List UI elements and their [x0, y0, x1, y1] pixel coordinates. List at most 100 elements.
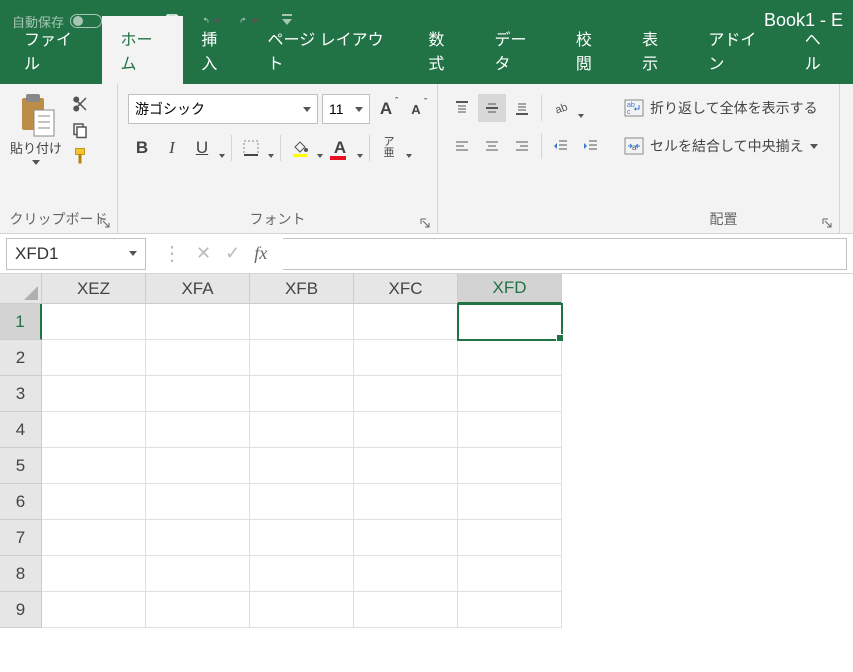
cell[interactable]	[458, 556, 562, 592]
font-color-button[interactable]: A	[326, 134, 364, 162]
decrease-indent-button[interactable]	[547, 132, 575, 160]
cell[interactable]	[146, 304, 250, 340]
cell[interactable]	[354, 376, 458, 412]
cell[interactable]	[42, 592, 146, 628]
cell[interactable]	[42, 376, 146, 412]
cell[interactable]	[354, 340, 458, 376]
cell[interactable]	[146, 340, 250, 376]
row-header[interactable]: 7	[0, 520, 42, 556]
tab-data[interactable]: データ	[477, 16, 558, 84]
borders-button[interactable]	[237, 134, 275, 162]
row-header[interactable]: 6	[0, 484, 42, 520]
wrap-text-button[interactable]: abc 折り返して全体を表示する	[618, 94, 824, 122]
column-header[interactable]: XFB	[250, 274, 354, 304]
align-right-button[interactable]	[508, 132, 536, 160]
tab-page-layout[interactable]: ページ レイアウト	[250, 16, 411, 84]
align-center-button[interactable]	[478, 132, 506, 160]
tab-insert[interactable]: 挿入	[183, 16, 249, 84]
format-painter-button[interactable]	[70, 146, 90, 166]
font-size-combo[interactable]: 11	[322, 94, 370, 124]
merge-center-button[interactable]: a セルを結合して中央揃え	[618, 132, 824, 160]
column-header[interactable]: XFC	[354, 274, 458, 304]
column-header[interactable]: XEZ	[42, 274, 146, 304]
cell[interactable]	[458, 520, 562, 556]
name-box[interactable]: XFD1	[6, 238, 146, 270]
row-header[interactable]: 9	[0, 592, 42, 628]
tab-view[interactable]: 表示	[624, 16, 690, 84]
cell[interactable]	[146, 592, 250, 628]
underline-button[interactable]: U	[188, 134, 226, 162]
align-left-button[interactable]	[448, 132, 476, 160]
dialog-launcher-icon[interactable]	[419, 215, 431, 227]
cell[interactable]	[458, 448, 562, 484]
row-header[interactable]: 1	[0, 304, 42, 340]
row-header[interactable]: 2	[0, 340, 42, 376]
cell[interactable]	[458, 376, 562, 412]
select-all-corner[interactable]	[0, 274, 42, 304]
italic-button[interactable]: I	[158, 134, 186, 162]
phonetic-guide-button[interactable]: ア亜	[375, 134, 413, 162]
align-middle-button[interactable]	[478, 94, 506, 122]
row-header[interactable]: 5	[0, 448, 42, 484]
cell[interactable]	[146, 412, 250, 448]
cell[interactable]	[250, 592, 354, 628]
cell[interactable]	[42, 448, 146, 484]
cell[interactable]	[146, 556, 250, 592]
cell[interactable]	[250, 484, 354, 520]
cut-button[interactable]	[70, 94, 90, 114]
cell[interactable]	[250, 448, 354, 484]
dialog-launcher-icon[interactable]	[99, 215, 111, 227]
cell[interactable]	[146, 520, 250, 556]
cell[interactable]	[250, 304, 354, 340]
cell[interactable]	[250, 412, 354, 448]
cell[interactable]	[458, 340, 562, 376]
cell[interactable]	[250, 556, 354, 592]
tab-review[interactable]: 校閲	[558, 16, 624, 84]
bold-button[interactable]: B	[128, 134, 156, 162]
increase-font-button[interactable]: Aˆ	[372, 95, 400, 123]
cell[interactable]	[354, 412, 458, 448]
column-header[interactable]: XFA	[146, 274, 250, 304]
cell[interactable]	[354, 448, 458, 484]
cell[interactable]	[354, 304, 458, 340]
cancel-formula-button[interactable]: ✕	[196, 243, 211, 264]
cell[interactable]	[354, 484, 458, 520]
align-bottom-button[interactable]	[508, 94, 536, 122]
increase-indent-button[interactable]	[577, 132, 605, 160]
font-name-combo[interactable]: 游ゴシック	[128, 94, 318, 124]
fx-icon[interactable]: fx	[254, 243, 267, 264]
cell[interactable]	[354, 592, 458, 628]
cell[interactable]	[250, 340, 354, 376]
dialog-launcher-icon[interactable]	[821, 215, 833, 227]
cell[interactable]	[146, 448, 250, 484]
row-header[interactable]: 8	[0, 556, 42, 592]
fill-color-button[interactable]	[286, 134, 324, 162]
column-header[interactable]: XFD	[458, 274, 562, 304]
align-top-button[interactable]	[448, 94, 476, 122]
cell[interactable]	[354, 556, 458, 592]
orientation-button[interactable]: ab	[547, 94, 585, 122]
cell[interactable]	[458, 304, 562, 340]
cell[interactable]	[42, 556, 146, 592]
cell[interactable]	[42, 412, 146, 448]
cell[interactable]	[458, 412, 562, 448]
cell[interactable]	[250, 520, 354, 556]
cell[interactable]	[250, 376, 354, 412]
row-header[interactable]: 3	[0, 376, 42, 412]
paste-button[interactable]: 貼り付け	[6, 90, 66, 167]
tab-home[interactable]: ホーム	[102, 16, 183, 84]
cell[interactable]	[354, 520, 458, 556]
cell[interactable]	[42, 484, 146, 520]
cell[interactable]	[146, 376, 250, 412]
cell[interactable]	[146, 484, 250, 520]
cell[interactable]	[458, 592, 562, 628]
cell[interactable]	[42, 520, 146, 556]
copy-button[interactable]	[70, 120, 90, 140]
cell[interactable]	[42, 340, 146, 376]
formula-input[interactable]	[283, 238, 847, 270]
decrease-font-button[interactable]: Aˇ	[402, 95, 430, 123]
cell[interactable]	[458, 484, 562, 520]
enter-formula-button[interactable]: ✓	[225, 243, 240, 264]
row-header[interactable]: 4	[0, 412, 42, 448]
cell[interactable]	[42, 304, 146, 340]
